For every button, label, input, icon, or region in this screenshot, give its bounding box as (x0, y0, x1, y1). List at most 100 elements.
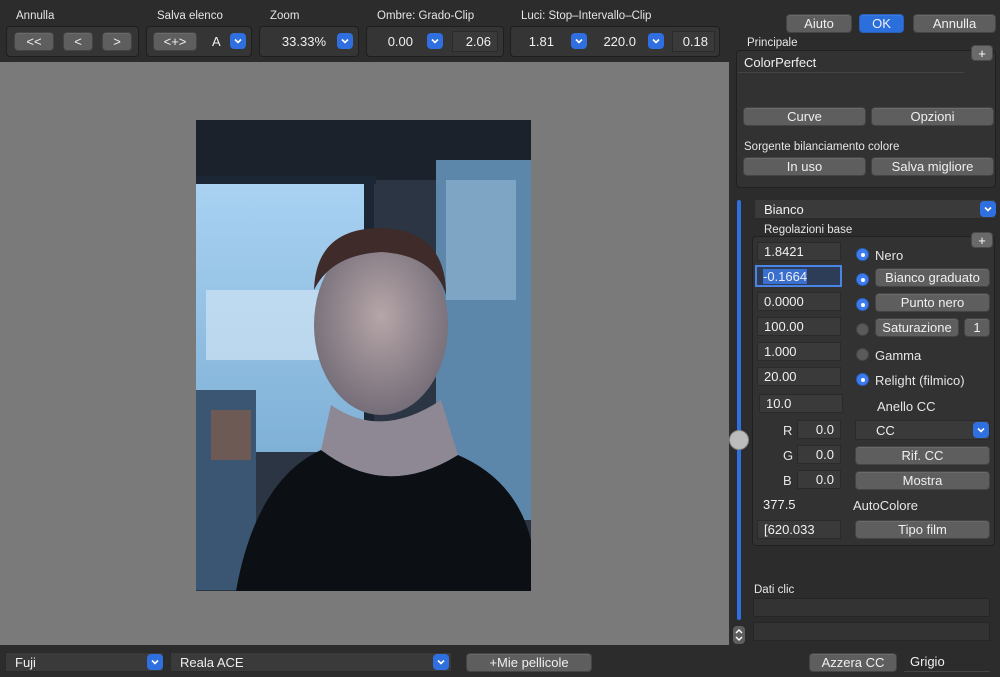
zoom-value: 33.33% (281, 34, 326, 49)
cc-chevron-icon[interactable] (973, 422, 989, 438)
black-point-radio[interactable] (856, 298, 869, 311)
click-data-field-1 (753, 598, 990, 617)
cc-select[interactable]: CC (855, 420, 990, 440)
saturation-radio[interactable] (856, 323, 869, 336)
film-value: [620.033 (764, 522, 815, 537)
value-field-1[interactable]: 1.8421 (757, 242, 841, 261)
undo-group-label: Annulla (16, 10, 55, 22)
value-field-2[interactable]: -0.1664 (755, 265, 842, 287)
mode-value: Bianco (764, 201, 804, 217)
g-label: G (783, 448, 794, 463)
film-select-value: Reala ACE (180, 654, 244, 670)
show-button[interactable]: Mostra (855, 471, 990, 490)
lights-range-chevron-icon[interactable] (648, 33, 664, 49)
shadows-grade-select[interactable]: 0.00 (373, 31, 419, 52)
lights-clip-field[interactable]: 0.18 (672, 31, 715, 52)
lights-label: Luci: Stop–Intervallo–Clip (521, 10, 652, 22)
my-films-button[interactable]: +Mie pellicole (466, 653, 592, 672)
film-type-button[interactable]: Tipo film (855, 520, 990, 539)
autocolor-value: 377.5 (763, 497, 796, 512)
black-point-button[interactable]: Punto nero (875, 293, 990, 312)
value-6: 20.00 (764, 369, 797, 384)
shadows-clip-value: 2.06 (465, 34, 491, 49)
vertical-slider-track[interactable] (737, 200, 741, 620)
preview-photo (196, 120, 531, 591)
vertical-slider-thumb[interactable] (729, 430, 749, 450)
click-data-field-2 (753, 622, 990, 641)
save-list-chevron-icon[interactable] (230, 33, 246, 49)
mode-select[interactable]: Bianco (754, 199, 996, 219)
profile-value: ColorPerfect (744, 55, 817, 70)
value-2: -0.1664 (763, 268, 808, 284)
value-5: 1.000 (764, 344, 797, 359)
b-value: 0.0 (815, 472, 834, 487)
zoom-chevron-icon[interactable] (337, 33, 353, 49)
lights-range-value: 220.0 (603, 34, 636, 49)
lights-clip-value: 0.18 (682, 34, 708, 49)
mode-chevron-icon[interactable] (980, 201, 996, 217)
shadows-label: Ombre: Grado-Clip (377, 10, 475, 22)
g-value: 0.0 (815, 447, 834, 462)
shadows-grade-value: 0.00 (387, 34, 413, 49)
value-field-4[interactable]: 100.00 (757, 317, 841, 336)
lights-stop-chevron-icon[interactable] (571, 33, 587, 49)
save-best-button[interactable]: Salva migliore (871, 157, 994, 176)
b-field[interactable]: 0.0 (797, 470, 841, 489)
reset-cc-button[interactable]: Azzera CC (809, 653, 897, 672)
cc-ring-field[interactable]: 10.0 (759, 394, 843, 413)
gray-field[interactable]: Grigio (904, 652, 990, 672)
zoom-select[interactable]: 33.33% (266, 31, 332, 52)
relight-radio[interactable] (856, 373, 869, 386)
save-list-button[interactable]: <+> (153, 32, 197, 51)
graduated-white-radio[interactable] (856, 273, 869, 286)
value-field-6[interactable]: 20.00 (757, 367, 841, 386)
r-label: R (783, 423, 793, 438)
value-field-5[interactable]: 1.000 (757, 342, 841, 361)
principal-add-icon[interactable]: + (971, 45, 993, 61)
film-value-field[interactable]: [620.033 (757, 520, 841, 539)
zoom-label: Zoom (270, 10, 300, 22)
preview-canvas[interactable] (0, 62, 729, 645)
undo-next-button[interactable]: > (102, 32, 132, 51)
shadows-chevron-icon[interactable] (427, 33, 443, 49)
g-field[interactable]: 0.0 (797, 445, 841, 464)
saturation-num-button[interactable]: 1 (964, 318, 990, 337)
help-button[interactable]: Aiuto (786, 14, 852, 33)
brand-select[interactable]: Fuji (5, 652, 164, 672)
cc-ring-value: 10.0 (766, 396, 792, 411)
gamma-label: Gamma (875, 348, 922, 363)
undo-first-button[interactable]: << (14, 32, 54, 51)
basic-add-icon[interactable]: + (971, 232, 993, 248)
click-data-label: Dati clic (754, 584, 795, 596)
r-field[interactable]: 0.0 (797, 420, 841, 439)
graduated-white-button[interactable]: Bianco graduato (875, 268, 990, 287)
brand-value: Fuji (15, 654, 36, 670)
profile-field[interactable]: ColorPerfect (738, 53, 964, 73)
film-chevron-icon[interactable] (433, 654, 449, 670)
gamma-radio[interactable] (856, 348, 869, 361)
ok-button[interactable]: OK (859, 14, 904, 33)
saturation-button[interactable]: Saturazione (875, 318, 959, 337)
autocolor-field[interactable]: 377.5 (757, 495, 841, 514)
in-use-button[interactable]: In uso (743, 157, 866, 176)
lights-range-select[interactable]: 220.0 (596, 31, 642, 52)
brand-chevron-icon[interactable] (147, 654, 163, 670)
value-1: 1.8421 (764, 244, 804, 259)
cancel-button[interactable]: Annulla (913, 14, 996, 33)
lights-stop-select[interactable]: 1.81 (516, 31, 560, 52)
film-select[interactable]: Reala ACE (170, 652, 452, 672)
shadows-clip-field[interactable]: 2.06 (452, 31, 498, 52)
curves-button[interactable]: Curve (743, 107, 866, 126)
stepper-icon[interactable] (733, 626, 745, 644)
value-field-3[interactable]: 0.0000 (757, 292, 841, 311)
wb-source-label: Sorgente bilanciamento colore (744, 141, 900, 153)
options-button[interactable]: Opzioni (871, 107, 994, 126)
cc-ring-label: Anello CC (877, 399, 936, 414)
ref-cc-button[interactable]: Rif. CC (855, 446, 990, 465)
save-list-value: A (212, 34, 221, 49)
save-list-label: Salva elenco (157, 10, 223, 22)
r-value: 0.0 (815, 422, 834, 437)
black-radio[interactable] (856, 248, 869, 261)
gray-value: Grigio (910, 654, 945, 669)
undo-prev-button[interactable]: < (63, 32, 93, 51)
